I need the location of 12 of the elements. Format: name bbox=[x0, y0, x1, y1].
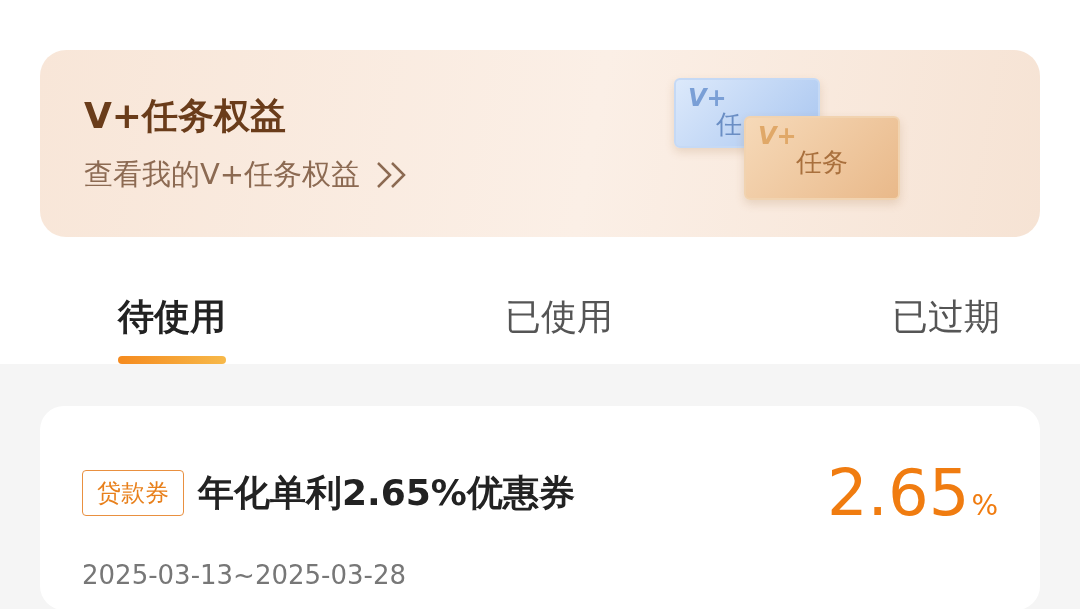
tab[interactable]: 已过期 bbox=[892, 293, 1000, 364]
banner[interactable]: V+任务权益 查看我的V+任务权益 V+ 任 V+ 任务 bbox=[40, 50, 1040, 237]
coupon-dates: 2025-03-13~2025-03-28 bbox=[82, 560, 407, 590]
ticket-card: V+ 任务 bbox=[744, 116, 900, 200]
banner-subtitle[interactable]: 查看我的V+任务权益 bbox=[84, 155, 361, 195]
coupon-card[interactable]: 贷款券 年化单利2.65%优惠券 2.65% 2025-03-13~2025-03-28 bbox=[40, 406, 1040, 609]
coupon-rate: 2.65% bbox=[826, 456, 998, 530]
tab[interactable]: 已使用 bbox=[505, 293, 613, 364]
tab[interactable]: 待使用 bbox=[118, 293, 226, 364]
banner-title: V+任务权益 bbox=[84, 94, 287, 138]
coupon-tag: 贷款券 bbox=[82, 470, 184, 516]
coupon-title: 年化单利2.65%优惠券 bbox=[198, 470, 576, 515]
